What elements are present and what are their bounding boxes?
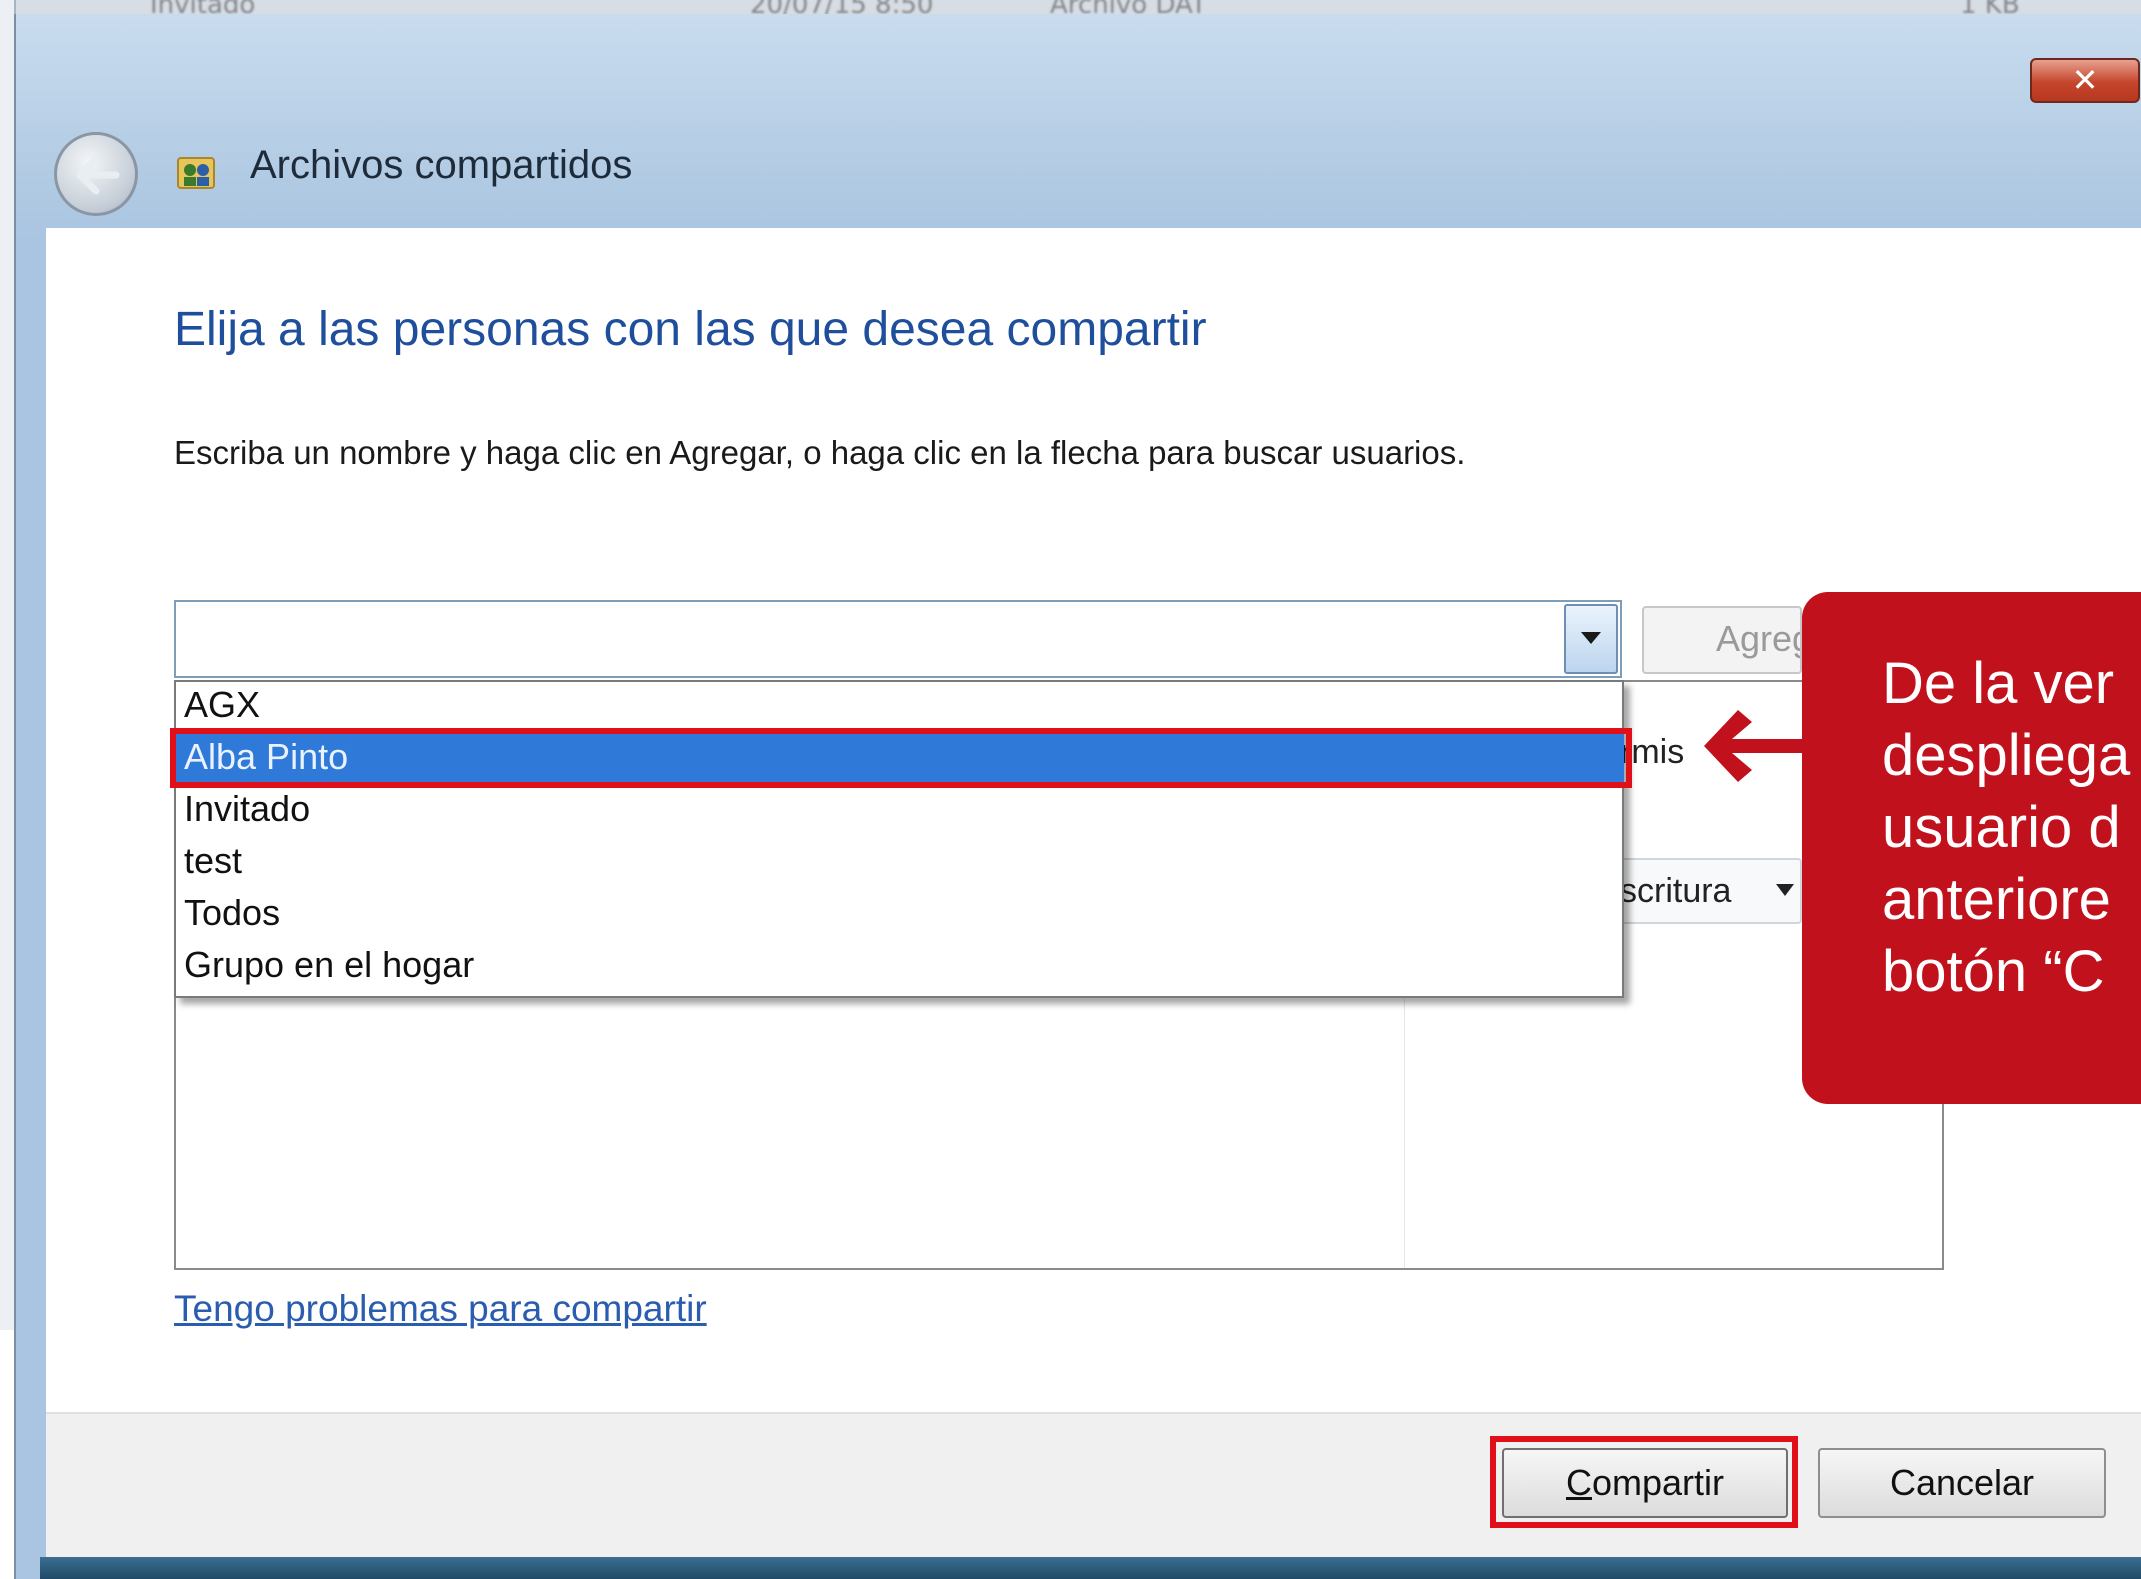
callout-line: despliega xyxy=(1882,723,2131,788)
callout-line: anteriore xyxy=(1882,867,2111,932)
callout-line: usuario d xyxy=(1882,795,2121,860)
back-button[interactable] xyxy=(54,132,138,216)
callout-text: De la ver despliega usuario d anteriore … xyxy=(1882,648,2141,1008)
dropdown-option-test[interactable]: test xyxy=(184,840,242,882)
selected-option-highlight xyxy=(170,728,1632,788)
window-title: Archivos compartidos xyxy=(250,143,633,187)
cancel-button[interactable]: Cancelar xyxy=(1818,1448,2106,1518)
add-button[interactable]: Agregar xyxy=(1642,606,1802,674)
dropdown-option-agx[interactable]: AGX xyxy=(184,684,260,726)
share-button-highlight xyxy=(1490,1436,1798,1528)
chevron-down-icon xyxy=(1581,632,1601,644)
user-name-input[interactable] xyxy=(174,600,1622,678)
back-arrow-icon xyxy=(76,155,120,195)
dropdown-option-grupo-en-el-hogar[interactable]: Grupo en el hogar xyxy=(184,944,474,986)
dropdown-option-todos[interactable]: Todos xyxy=(184,892,280,934)
callout-line: botón “C xyxy=(1882,939,2105,1004)
dropdown-arrow-button[interactable] xyxy=(1564,604,1618,674)
callout-arrow-icon xyxy=(1704,710,1806,782)
chevron-down-icon xyxy=(1776,884,1794,896)
sharing-help-link[interactable]: Tengo problemas para compartir xyxy=(174,1288,707,1330)
dropdown-option-invitado[interactable]: Invitado xyxy=(184,788,310,830)
callout-line: De la ver xyxy=(1882,651,2115,716)
close-icon: ✕ xyxy=(2071,61,2099,99)
dialog-heading: Elija a las personas con las que desea c… xyxy=(174,303,1207,356)
instruction-callout: De la ver despliega usuario d anteriore … xyxy=(1802,592,2141,1104)
instruction-text: Escriba un nombre y haga clic en Agregar… xyxy=(174,434,1466,471)
close-button[interactable]: ✕ xyxy=(2030,58,2140,103)
window-bottom-edge xyxy=(40,1557,2141,1579)
permission-level-label: scritura xyxy=(1620,872,1732,910)
shared-users-icon xyxy=(176,152,216,192)
